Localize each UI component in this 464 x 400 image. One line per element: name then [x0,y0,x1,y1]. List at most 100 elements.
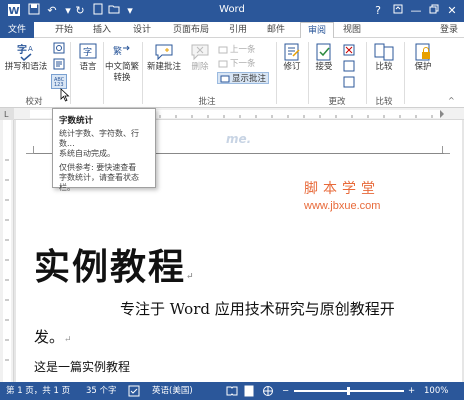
prev-comment-icon [218,45,228,55]
ribbon-display-icon[interactable] [390,3,406,19]
document-paragraph-1[interactable]: 专注于 Word 应用技术研究与原创教程开 [120,298,395,319]
tooltip-line-2: 数... [59,139,75,148]
group-label-compare: 比较 [375,97,393,107]
help-icon[interactable]: ? [370,3,386,19]
group-label-comments: 批注 [198,97,216,107]
paragraph-mark: ↵ [186,272,196,282]
restore-icon[interactable] [426,3,442,19]
chinese-conversion-button[interactable]: 繁 中文简繁 转换 [104,42,140,84]
delete-comment-icon [189,42,211,62]
next-comment-button[interactable]: 下一条 [218,58,256,70]
next-change-icon [343,76,355,88]
document-heading[interactable]: 实例教程↵ [34,238,196,290]
compare-label: 比较 [375,62,393,72]
group-label-proofing: 校对 [25,97,43,107]
svg-text:A: A [28,45,33,53]
tab-page-layout[interactable]: 页面布局 [166,22,216,38]
compare-icon [373,42,395,62]
group-divider [404,42,405,104]
language-label: 语言 [79,62,97,72]
brand-watermark-cn: 脚本学堂 [304,181,380,197]
delete-comment-label: 删除 [191,62,209,72]
research-icon [53,42,65,54]
show-comments-button[interactable]: 显示批注 [217,72,270,84]
paragraph-mark: ↵ [64,335,72,345]
reject-button[interactable] [342,44,356,57]
svg-text:字: 字 [17,43,27,56]
tab-insert[interactable]: 插入 [88,22,116,38]
prev-comment-button[interactable]: 上一条 [218,44,256,56]
tab-design[interactable]: 设计 [128,22,156,38]
previous-change-button[interactable] [342,60,356,73]
minimize-icon[interactable]: — [408,3,424,19]
tooltip-title: 字数统计 [59,116,94,126]
ribbon-review: 字A 拼写和语法 ABC 123 校对 字 语言 繁 中文简繁 转换 新建批注 … [0,38,464,108]
new-comment-button[interactable]: 新建批注 [144,42,184,73]
print-layout-icon[interactable] [244,382,254,400]
zoom-level[interactable]: 100% [424,382,448,400]
language-status[interactable]: 英语(美国) [152,382,193,400]
tooltip-line-6: 栏。 [59,183,75,192]
tab-home[interactable]: 开始 [50,22,78,38]
zoom-out-icon[interactable]: − [282,382,289,400]
proofing-status-icon[interactable] [128,382,140,400]
word-count-tooltip: 字数统计 统计字数、字符数、行 数... 系统自动完成。 仅供参考: 要快速查看… [52,108,156,192]
track-changes-label: 修订 [283,62,301,72]
paragraph-text: 发。 [34,328,65,346]
research-button[interactable] [52,42,66,55]
svg-text:L: L [4,110,9,119]
word-count-status[interactable]: 35 个字 [86,382,117,400]
language-button[interactable]: 字 语言 [74,42,102,73]
status-bar: 第 1 页，共 1 页 35 个字 英语(美国) − + 100% [0,382,464,400]
close-icon[interactable]: ✕ [444,3,460,19]
tab-view[interactable]: 视图 [338,22,366,38]
conversion-icon: 繁 [111,42,133,62]
protect-icon [412,42,434,62]
group-label-changes: 更改 [328,97,346,107]
zoom-slider-thumb[interactable] [347,387,350,395]
document-paragraph-1-cont[interactable]: 发。↵ [34,326,72,347]
tab-file[interactable]: 文件 [0,22,34,38]
brand-watermark-url: www.jbxue.com [304,200,381,212]
tab-review[interactable]: 审阅 [300,22,334,39]
accept-label: 接受 [315,62,333,72]
read-mode-icon[interactable] [226,382,238,400]
svg-text:字: 字 [83,46,92,58]
next-comment-label: 下一条 [230,59,256,69]
login-link[interactable]: 登录 [440,22,458,38]
spelling-grammar-button[interactable]: 字A 拼写和语法 [4,42,48,73]
header-watermark: me. [226,132,252,146]
collapse-ribbon-icon[interactable]: ^ [448,96,458,106]
group-divider [142,42,143,104]
group-divider [366,42,367,104]
tab-references[interactable]: 引用 [224,22,252,38]
accept-button[interactable]: 接受 [310,42,338,73]
reject-icon [343,44,355,56]
next-change-button[interactable] [342,76,356,89]
page-count-status[interactable]: 第 1 页，共 1 页 [6,382,70,400]
conversion-label-1: 中文简繁 [104,62,139,72]
compare-button[interactable]: 比较 [370,42,398,73]
track-changes-button[interactable]: 修订 [278,42,306,73]
web-layout-icon[interactable] [262,382,274,400]
track-changes-icon [281,42,303,62]
vertical-ruler[interactable] [0,120,14,382]
svg-text:123: 123 [54,82,64,87]
word-count-icon: ABC123 [54,77,65,88]
spelling-check-icon: 字A [15,42,37,62]
word-window: W ↶ ▾ ↻ ▾ Word ? — ✕ 文件 开始 插入 设计 页面布局 引用 [0,0,464,400]
tab-mailings[interactable]: 邮件 [262,22,290,38]
svg-text:繁: 繁 [113,45,122,57]
title-bar: W ↶ ▾ ↻ ▾ Word ? — ✕ [0,0,464,22]
tooltip-line-1: 统计字数、字符数、行 [59,129,139,138]
protect-button[interactable]: 保护 [408,42,438,73]
new-comment-label: 新建批注 [146,62,181,72]
thesaurus-button[interactable] [52,58,66,71]
zoom-in-icon[interactable]: + [408,382,415,400]
group-divider [70,42,71,104]
word-count-button[interactable]: ABC 123 [51,74,67,89]
ribbon-tabs: 文件 开始 插入 设计 页面布局 引用 邮件 审阅 视图 登录 [0,22,464,39]
delete-comment-button[interactable]: 删除 [186,42,214,73]
language-icon: 字 [77,42,99,62]
document-paragraph-2[interactable]: 这是一篇实例教程 [34,358,130,375]
